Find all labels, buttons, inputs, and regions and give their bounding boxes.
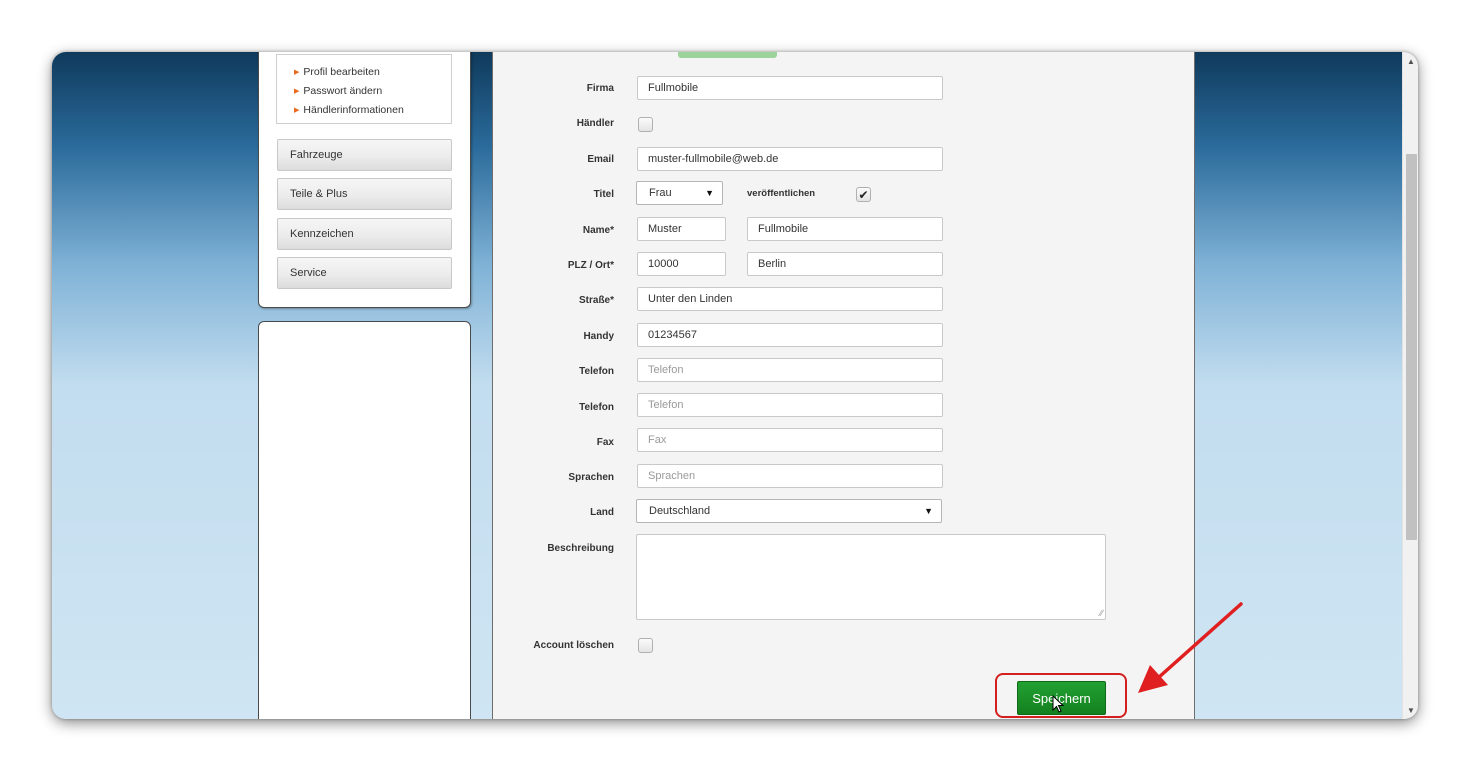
veroeffentlichen-checkbox[interactable]: ✔ — [856, 187, 871, 202]
plz-ort-label: PLZ / Ort* — [567, 260, 614, 271]
profile-form-panel: Firma Fullmobile Händler Email muster-fu… — [492, 52, 1195, 719]
mouse-pointer-icon — [1052, 695, 1065, 713]
strasse-input[interactable]: Unter den Linden — [637, 287, 943, 311]
orange-arrow-icon: ▶ — [294, 69, 300, 76]
land-select[interactable]: Deutschland ▼ — [636, 499, 942, 523]
sprachen-label: Sprachen — [568, 472, 614, 483]
fax-input[interactable]: Fax — [637, 428, 943, 452]
form-top-tab — [678, 52, 777, 58]
sidebar-link-profil-bearbeiten[interactable]: ▶ Profil bearbeiten — [294, 66, 380, 78]
chevron-down-icon: ▼ — [924, 506, 933, 516]
sidebar-link-haendlerinformationen[interactable]: ▶ Händlerinformationen — [294, 104, 404, 116]
name-label: Name* — [582, 225, 614, 236]
titel-label: Titel — [593, 189, 614, 200]
firma-label: Firma — [586, 83, 614, 94]
sidebar-item-kennzeichen[interactable]: Kennzeichen — [277, 218, 452, 250]
scrollbar-thumb[interactable] — [1406, 154, 1417, 540]
telefon-input[interactable]: Telefon — [637, 358, 943, 382]
scroll-down-arrow-icon[interactable]: ▼ — [1403, 703, 1418, 717]
sidebar-item-service[interactable]: Service — [277, 257, 452, 289]
firma-input[interactable]: Fullmobile — [637, 76, 943, 100]
resize-grip-icon[interactable]: ∕∕ — [1100, 609, 1103, 618]
orange-arrow-icon: ▶ — [294, 107, 300, 114]
email-input[interactable]: muster-fullmobile@web.de — [637, 147, 943, 171]
orange-arrow-icon: ▶ — [294, 88, 300, 95]
haendler-checkbox[interactable] — [638, 117, 653, 132]
account-loeschen-checkbox[interactable] — [638, 638, 653, 653]
handy-label: Handy — [583, 331, 614, 342]
titel-select[interactable]: Frau ▼ — [636, 181, 723, 205]
strasse-label: Straße* — [578, 295, 614, 306]
sprachen-input[interactable]: Sprachen — [637, 464, 943, 488]
beschreibung-textarea[interactable]: ∕∕ — [636, 534, 1106, 620]
telefon-label: Telefon — [579, 366, 614, 377]
telefon2-input[interactable]: Telefon — [637, 393, 943, 417]
fax-label: Fax — [596, 437, 614, 448]
last-name-input[interactable]: Fullmobile — [747, 217, 943, 241]
plz-input[interactable]: 10000 — [637, 252, 726, 276]
account-loeschen-label: Account löschen — [533, 640, 614, 651]
chevron-down-icon: ▼ — [705, 188, 714, 198]
app-window: ▶ Profil bearbeiten ▶ Passwort ändern ▶ Hän… — [52, 52, 1418, 719]
scroll-up-arrow-icon[interactable]: ▲ — [1403, 54, 1418, 68]
ort-input[interactable]: Berlin — [747, 252, 943, 276]
sidebar-empty-panel — [258, 321, 471, 719]
checkmark-icon: ✔ — [858, 187, 869, 202]
email-label: Email — [587, 154, 614, 165]
handy-input[interactable]: 01234567 — [637, 323, 943, 347]
red-annotation-arrow-icon — [1138, 602, 1243, 693]
sidebar-item-teile-plus[interactable]: Teile & Plus — [277, 178, 452, 210]
vertical-scrollbar[interactable]: ▲ ▼ — [1402, 52, 1418, 719]
sidebar-item-fahrzeuge[interactable]: Fahrzeuge — [277, 139, 452, 171]
land-label: Land — [590, 507, 614, 518]
first-name-input[interactable]: Muster — [637, 217, 726, 241]
sidebar-link-passwort-aendern[interactable]: ▶ Passwort ändern — [294, 85, 382, 97]
haendler-label: Händler — [576, 118, 614, 129]
beschreibung-label: Beschreibung — [547, 543, 614, 554]
telefon2-label: Telefon — [579, 402, 614, 413]
veroeffentlichen-label: veröffentlichen — [747, 188, 816, 199]
sidebar-account-menu: ▶ Profil bearbeiten ▶ Passwort ändern ▶ Hän… — [258, 52, 471, 308]
